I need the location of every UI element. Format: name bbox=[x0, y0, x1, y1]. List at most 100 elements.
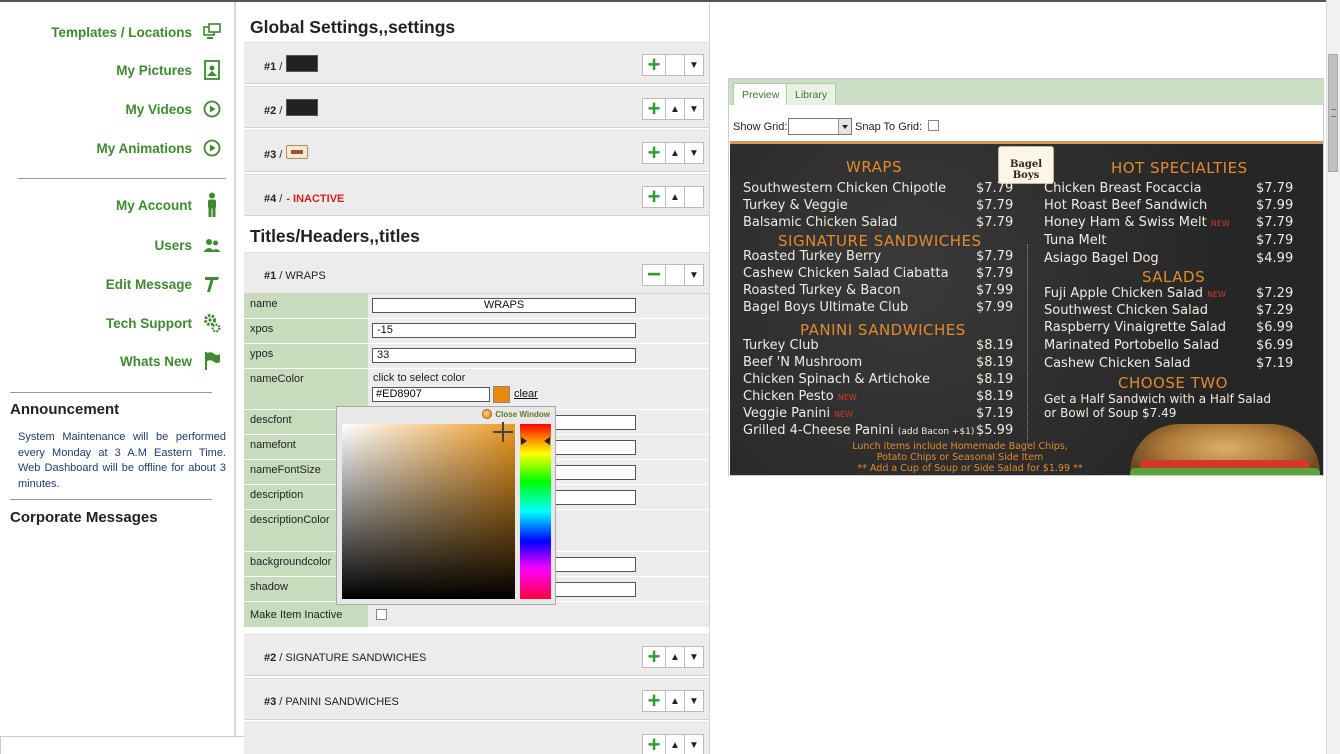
announcement-title: Announcement bbox=[10, 401, 120, 418]
add-button[interactable]: + bbox=[642, 98, 666, 120]
global-item-row[interactable]: #2 / + ▲ ▼ bbox=[244, 86, 709, 128]
add-button[interactable]: + bbox=[642, 142, 666, 164]
menu-item: Southwestern Chicken Chipotle bbox=[743, 181, 947, 196]
lunch-note: Lunch items include Homemade Bagel Chips… bbox=[852, 441, 1068, 463]
item-thumbnail bbox=[286, 98, 319, 116]
title-item-row[interactable]: + ▲ ▼ bbox=[244, 722, 709, 754]
menu-price: $7.79 bbox=[976, 249, 1014, 264]
nav-templates-locations[interactable]: Templates / Locations bbox=[51, 22, 222, 42]
menu-item: Chicken Breast Focaccia bbox=[1044, 181, 1202, 196]
person-icon bbox=[202, 192, 222, 218]
add-button[interactable]: + bbox=[642, 54, 666, 76]
tab-library[interactable]: Library bbox=[786, 83, 837, 105]
nav-my-videos[interactable]: My Videos bbox=[125, 99, 222, 119]
make-inactive-checkbox[interactable] bbox=[376, 609, 387, 620]
nav-label: Whats New bbox=[119, 353, 192, 369]
menu-item: Roasted Turkey & Bacon bbox=[743, 283, 901, 298]
menu-item: Chicken Pesto NEW bbox=[743, 389, 857, 404]
prop-label: nameColor bbox=[244, 369, 368, 409]
nav-label: Edit Message bbox=[105, 276, 192, 292]
choose-two-text: Get a Half Sandwich with a Half Salad or… bbox=[1044, 392, 1271, 420]
color-swatch[interactable] bbox=[493, 386, 510, 403]
menu-item: Cashew Chicken Salad Ciabatta bbox=[743, 266, 949, 281]
move-down-button[interactable]: ▼ bbox=[684, 264, 704, 286]
nav-my-account[interactable]: My Account bbox=[116, 192, 222, 218]
nav-label: Templates / Locations bbox=[51, 24, 192, 40]
nav-my-animations[interactable]: My Animations bbox=[96, 138, 222, 158]
nav-my-pictures[interactable]: My Pictures bbox=[116, 60, 222, 80]
menu-price: $8.19 bbox=[976, 389, 1014, 404]
menu-item: Bagel Boys Ultimate Club bbox=[743, 300, 909, 315]
global-item-row[interactable]: #4 / - INACTIVE + ▲ bbox=[244, 174, 709, 216]
menu-price: $8.19 bbox=[976, 372, 1014, 387]
tab-preview[interactable]: Preview bbox=[733, 83, 789, 105]
move-up-button[interactable]: ▲ bbox=[665, 690, 685, 712]
menu-item-name: Veggie Panini bbox=[743, 406, 831, 421]
menu-item-name: Chicken Pesto bbox=[743, 389, 834, 404]
move-down-button[interactable]: ▼ bbox=[684, 142, 704, 164]
move-down-button[interactable]: ▼ bbox=[684, 690, 704, 712]
close-window-label: Close Window bbox=[495, 409, 550, 419]
nav-edit-message[interactable]: Edit Message bbox=[106, 274, 222, 294]
move-down-button[interactable]: ▼ bbox=[684, 54, 704, 76]
menu-heading: WRAPS bbox=[846, 158, 902, 176]
nav-label: My Videos bbox=[125, 101, 192, 117]
menu-item: Grilled 4-Cheese Panini (add Bacon +$1) bbox=[743, 423, 974, 438]
title-item-row[interactable]: #3 / PANINI SANDWICHES + ▲ ▼ bbox=[244, 678, 709, 720]
menu-item: Honey Ham & Swiss Melt NEW bbox=[1044, 215, 1230, 230]
screens-icon bbox=[202, 22, 222, 42]
item-separator: / bbox=[279, 61, 283, 73]
show-grid-select[interactable] bbox=[788, 118, 852, 135]
announcement-divider bbox=[10, 392, 212, 393]
menu-price: $8.19 bbox=[976, 338, 1014, 353]
menu-item-extra: (add Bacon +$1) bbox=[897, 427, 975, 437]
new-badge: NEW bbox=[1207, 290, 1227, 299]
crosshair-icon[interactable] bbox=[493, 422, 513, 442]
move-down-button[interactable]: ▼ bbox=[684, 98, 704, 120]
flag-icon bbox=[202, 351, 222, 371]
item-separator: / bbox=[279, 149, 283, 161]
clear-color-link[interactable]: clear bbox=[514, 388, 538, 400]
menu-heading: PANINI SANDWICHES bbox=[800, 321, 966, 339]
move-down-button[interactable]: ▼ bbox=[684, 646, 704, 668]
xpos-input[interactable]: -15 bbox=[372, 323, 636, 338]
name-input[interactable]: WRAPS bbox=[372, 298, 636, 313]
menu-item: Hot Roast Beef Sandwich bbox=[1044, 198, 1208, 213]
menu-item: Turkey Club bbox=[743, 338, 819, 353]
nav-whats-new[interactable]: Whats New bbox=[120, 351, 222, 371]
saturation-value-area[interactable] bbox=[342, 424, 515, 599]
add-button[interactable]: + bbox=[642, 690, 666, 712]
global-item-row[interactable]: #1 / + ▼ bbox=[244, 42, 709, 84]
move-up-button[interactable]: ▲ bbox=[665, 646, 685, 668]
move-up-button[interactable]: ▲ bbox=[665, 98, 685, 120]
menu-item: Beef 'N Mushroom bbox=[743, 355, 863, 370]
picture-icon bbox=[202, 60, 222, 80]
add-button[interactable]: + bbox=[642, 646, 666, 668]
page-scrollbar-thumb[interactable] bbox=[1328, 54, 1338, 172]
item-name: / SIGNATURE SANDWICHES bbox=[279, 652, 427, 664]
move-up-button[interactable]: ▲ bbox=[665, 734, 685, 754]
move-down-button[interactable]: ▼ bbox=[684, 734, 704, 754]
color-hex-input[interactable]: #ED8907 bbox=[372, 387, 490, 402]
menu-item: Raspberry Vinaigrette Salad bbox=[1044, 320, 1226, 335]
menu-price: $7.99 bbox=[1256, 198, 1294, 213]
item-name: / WRAPS bbox=[279, 270, 326, 282]
move-up-button[interactable]: ▲ bbox=[665, 142, 685, 164]
add-button[interactable]: + bbox=[642, 734, 666, 754]
hue-slider[interactable] bbox=[520, 424, 551, 599]
empty-slot bbox=[665, 264, 685, 286]
snap-to-grid-checkbox[interactable] bbox=[928, 120, 939, 131]
item-number: #1 bbox=[264, 61, 277, 73]
title-item-row[interactable]: #2 / SIGNATURE SANDWICHES + ▲ ▼ bbox=[244, 634, 709, 676]
add-button[interactable]: + bbox=[642, 186, 666, 208]
close-icon bbox=[482, 409, 493, 419]
ypos-input[interactable]: 33 bbox=[372, 348, 636, 363]
close-window-button[interactable]: Close Window bbox=[482, 409, 550, 419]
nav-tech-support[interactable]: Tech Support bbox=[106, 313, 222, 333]
collapse-button[interactable]: − bbox=[642, 263, 666, 287]
move-up-button[interactable]: ▲ bbox=[665, 186, 685, 208]
global-item-row[interactable]: #3 / + ▲ ▼ bbox=[244, 130, 709, 172]
title-item-row-expanded[interactable]: #1 / WRAPS − ▼ bbox=[244, 252, 709, 294]
nav-users[interactable]: Users bbox=[154, 235, 222, 255]
menu-item: Chicken Spinach & Artichoke bbox=[743, 372, 930, 387]
